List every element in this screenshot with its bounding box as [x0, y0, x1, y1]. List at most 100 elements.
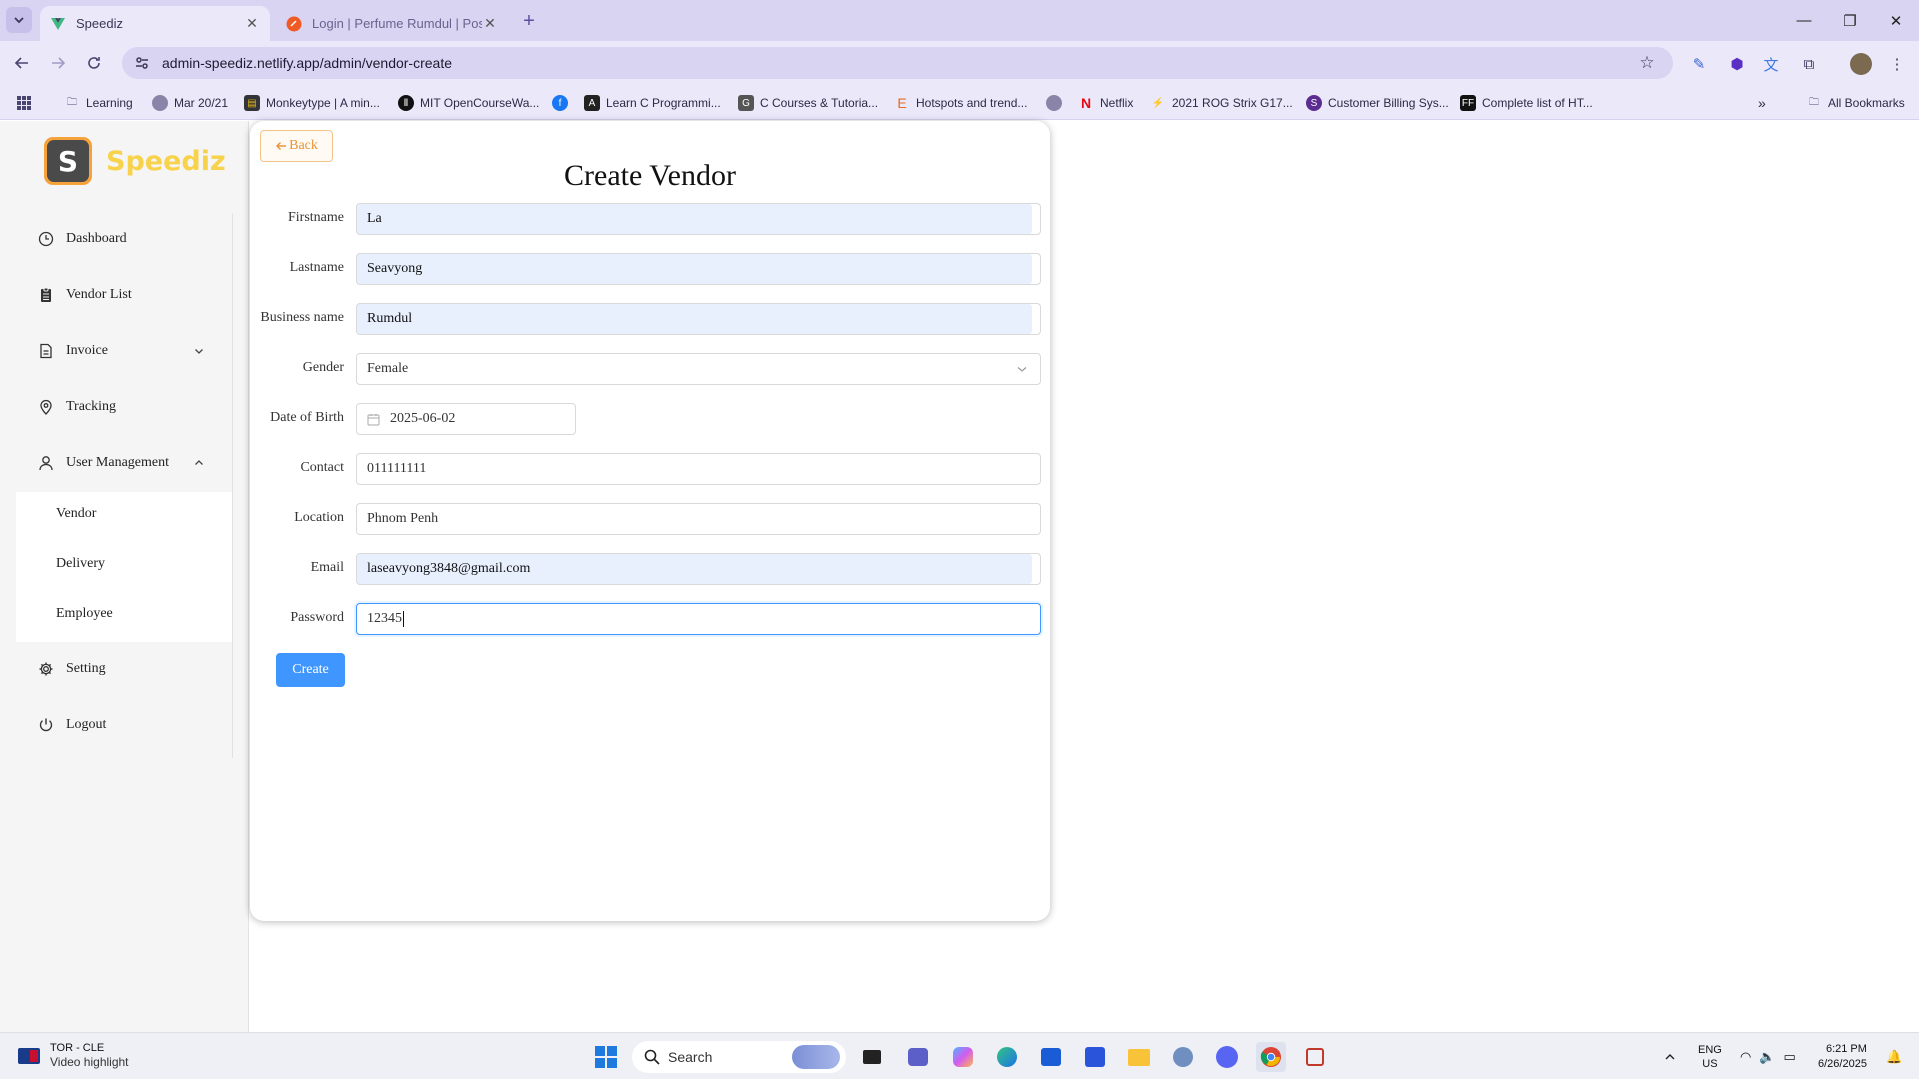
sidebar-item-setting[interactable]: Setting [16, 649, 232, 689]
taskbar-search[interactable]: Search [632, 1041, 846, 1073]
ff-icon: FF [1460, 95, 1476, 111]
snipping-tool-icon[interactable] [1300, 1042, 1330, 1072]
dob-picker[interactable]: 2025-06-02 [356, 403, 576, 435]
firstname-input[interactable]: La [356, 203, 1041, 235]
file-explorer-icon[interactable] [1124, 1042, 1154, 1072]
all-bookmarks-folder[interactable]: 🗀 All Bookmarks [1806, 93, 1905, 113]
bookmark-mit[interactable]: Ⅱ MIT OpenCourseWa... [398, 93, 539, 113]
news-widget[interactable]: TOR - CLE Video highlight [18, 1041, 129, 1070]
email-input[interactable]: laseavyong3848@gmail.com [356, 553, 1041, 585]
chrome-icon[interactable] [1256, 1042, 1286, 1072]
sidebar-item-invoice[interactable]: Invoice [16, 331, 232, 371]
bookmark-billing[interactable]: S Customer Billing Sys... [1306, 93, 1449, 113]
edge-icon[interactable] [992, 1042, 1022, 1072]
tab-title: Speediz [76, 16, 123, 31]
task-view-icon[interactable] [857, 1042, 887, 1072]
close-icon[interactable]: ✕ [244, 15, 260, 32]
search-icon [644, 1049, 660, 1065]
close-icon[interactable]: ✕ [482, 15, 498, 32]
submenu-item-employee[interactable]: Employee [56, 606, 113, 622]
translate-icon[interactable]: 文 [1758, 51, 1784, 77]
tab-title: Login | Perfume Rumdul | Postm [312, 16, 482, 31]
contact-input[interactable]: 011111111 [356, 453, 1041, 485]
pen-extension-icon[interactable]: ✎ [1686, 51, 1712, 77]
reload-button[interactable] [80, 49, 108, 77]
chevron-down-icon [14, 17, 24, 24]
submenu-item-delivery[interactable]: Delivery [56, 556, 105, 572]
tab-search-button[interactable] [6, 7, 32, 33]
brand-logo[interactable]: S Speediz [44, 137, 226, 185]
bookmark-star-icon[interactable]: ☆ [1633, 49, 1661, 77]
start-button[interactable] [591, 1042, 621, 1072]
sidebar-item-dashboard[interactable]: Dashboard [16, 219, 232, 259]
copilot-icon[interactable] [948, 1042, 978, 1072]
bookmark-c-courses[interactable]: GC Courses & Tutoria... [738, 93, 878, 113]
profile-avatar[interactable] [1848, 51, 1874, 77]
tab-speediz[interactable]: Speediz ✕ [40, 6, 270, 41]
vue-icon [51, 17, 65, 30]
location-pin-icon [40, 399, 52, 415]
bookmarks-bar: 🗀 Learning Mar 20/21 ▤ Monkeytype | A min.… [0, 85, 1919, 120]
email-label: Email [310, 560, 344, 575]
bookmark-learn-c[interactable]: A Learn C Programmi... [584, 93, 721, 113]
sidebar-divider [232, 213, 233, 758]
sidebar-item-logout[interactable]: Logout [16, 705, 232, 745]
forward-nav-button[interactable] [44, 49, 72, 77]
clock[interactable]: 6:21 PM 6/26/2025 [1818, 1033, 1867, 1079]
close-window-button[interactable]: ✕ [1873, 0, 1919, 41]
bookmark-globe[interactable] [1046, 93, 1068, 113]
create-button[interactable]: Create [276, 653, 345, 687]
new-tab-button[interactable]: + [516, 8, 542, 34]
sidebar-item-user-management[interactable]: User Management [16, 443, 232, 483]
system-tray[interactable]: ◠ 🔈 ▭ [1740, 1033, 1796, 1079]
tab-postman-login[interactable]: Login | Perfume Rumdul | Postm ✕ [276, 6, 508, 41]
bookmark-rog[interactable]: ⚡ 2021 ROG Strix G17... [1150, 93, 1293, 113]
back-nav-button[interactable] [8, 49, 36, 77]
gear-icon [39, 662, 53, 676]
netflix-icon: N [1080, 95, 1092, 111]
bookmark-facebook[interactable]: f [552, 93, 574, 113]
facebook-icon: f [552, 95, 568, 111]
extensions-puzzle-icon[interactable]: ⧉ [1796, 51, 1822, 77]
submenu-item-vendor[interactable]: Vendor [56, 506, 96, 522]
teams-icon[interactable] [903, 1042, 933, 1072]
location-input[interactable]: Phnom Penh [356, 503, 1041, 535]
bookmark-hotspots[interactable]: E Hotspots and trend... [894, 93, 1027, 113]
password-input[interactable]: 12345 [356, 603, 1041, 635]
discord-icon[interactable] [1212, 1042, 1242, 1072]
battery-icon: ▭ [1783, 1048, 1796, 1064]
bookmark-ff[interactable]: FF Complete list of HT... [1460, 93, 1593, 113]
widget-title: TOR - CLE [50, 1042, 105, 1054]
sidebar-item-tracking[interactable]: Tracking [16, 387, 232, 427]
business-name-input[interactable]: Rumdul [356, 303, 1041, 335]
minimize-button[interactable]: — [1781, 0, 1827, 41]
restore-button[interactable]: ❐ [1827, 0, 1873, 41]
brand-name: Speediz [106, 145, 226, 177]
notifications-icon[interactable]: 🔔 [1886, 1033, 1902, 1079]
apps-grid-icon[interactable] [16, 93, 32, 113]
bookmark-monkeytype[interactable]: ▤ Monkeytype | A min... [244, 93, 380, 113]
site-info-icon[interactable] [130, 51, 154, 75]
lastname-input[interactable]: Seavyong [356, 253, 1041, 285]
bookmark-learning[interactable]: 🗀 Learning [64, 93, 133, 113]
extension-badge-icon[interactable]: ⬢ [1724, 51, 1750, 77]
browser-globe-icon[interactable] [1168, 1042, 1198, 1072]
arrow-left-icon [14, 57, 28, 69]
vscode-icon[interactable] [1080, 1042, 1110, 1072]
bookmark-netflix[interactable]: N Netflix [1078, 93, 1133, 113]
show-hidden-icons-chevron-icon[interactable] [1664, 1033, 1676, 1079]
gender-row: Gender Female [250, 353, 1050, 385]
billing-icon: S [1306, 95, 1322, 111]
input-language[interactable]: ENG US [1698, 1033, 1722, 1079]
bookmark-mar[interactable]: Mar 20/21 [152, 93, 228, 113]
back-button[interactable]: Back [260, 130, 333, 162]
dob-row: Date of Birth 2025-06-02 [250, 403, 1050, 435]
power-icon [39, 718, 53, 732]
more-bookmarks-chevron-icon[interactable]: » [1758, 93, 1766, 113]
store-icon[interactable] [1036, 1042, 1066, 1072]
sidebar-item-vendor-list[interactable]: Vendor List [16, 275, 232, 315]
menu-dots-icon[interactable]: ⋮ [1884, 51, 1910, 77]
address-bar[interactable]: admin-speediz.netlify.app/admin/vendor-c… [122, 47, 1673, 79]
c-courses-icon: G [738, 95, 754, 111]
gender-select[interactable]: Female [356, 353, 1041, 385]
